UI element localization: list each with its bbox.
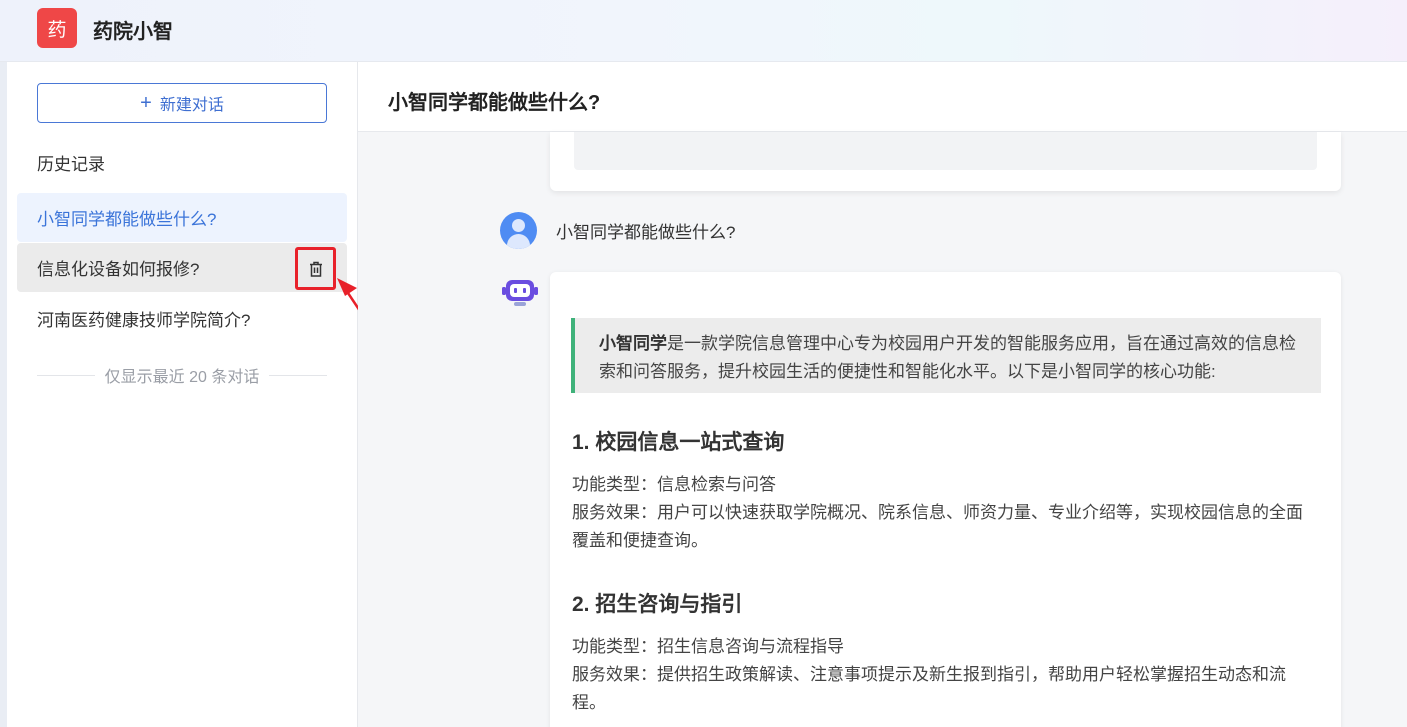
app-title: 药院小智 (93, 21, 173, 43)
divider (37, 374, 95, 376)
divider (269, 374, 328, 376)
intro-text: 是一款学院信息管理中心专为校园用户开发的智能服务应用，旨在通过高效的信息检索和问… (599, 334, 1296, 381)
section-effect-line: 服务效果：用户可以快速获取学院概况、院系信息、师资力量、专业介绍等，实现校园信息… (572, 503, 1303, 550)
intro-bold: 小智同学 (599, 334, 667, 353)
app-header: 药 药院小智 (0, 0, 1407, 62)
trash-icon (309, 261, 322, 277)
topic-bar: 小智同学都能做些什么? (358, 62, 1407, 132)
history-heading: 历史记录 (37, 155, 105, 174)
new-chat-button[interactable]: + 新建对话 (37, 83, 327, 123)
section-body: 功能类型：信息检索与问答 服务效果：用户可以快速获取学院概况、院系信息、师资力量… (572, 471, 1317, 555)
plus-icon: + (140, 92, 152, 114)
sidebar: + 新建对话 历史记录 小智同学都能做些什么? 信息化设备如何报修? 河南医药健… (7, 62, 358, 727)
user-message-row: 小智同学都能做些什么? (500, 212, 735, 249)
history-item-label: 信息化设备如何报修? (37, 260, 200, 279)
history-item[interactable]: 河南医药健康技师学院简介? (17, 294, 347, 343)
limit-note-text: 仅显示最近 20 条对话 (104, 369, 260, 386)
previous-message-content (574, 132, 1317, 170)
history-item-active[interactable]: 小智同学都能做些什么? (17, 193, 347, 242)
app-logo: 药 (37, 8, 77, 48)
section-type-line: 功能类型：招生信息咨询与流程指导 (572, 637, 844, 656)
history-item-label: 河南医药健康技师学院简介? (37, 311, 251, 330)
answer-intro-quote: 小智同学是一款学院信息管理中心专为校园用户开发的智能服务应用，旨在通过高效的信息… (571, 318, 1321, 393)
section-title: 1. 校园信息一站式查询 (572, 431, 785, 454)
section-title: 2. 招生咨询与指引 (572, 593, 743, 616)
user-avatar-icon (500, 212, 537, 249)
robot-icon (502, 280, 538, 306)
history-limit-note: 仅显示最近 20 条对话 (37, 364, 328, 386)
delete-conversation-button[interactable] (295, 247, 336, 290)
section-type-line: 功能类型：信息检索与问答 (572, 475, 776, 494)
history-item-hovered[interactable]: 信息化设备如何报修? (17, 243, 347, 292)
conversation-title: 小智同学都能做些什么? (388, 92, 601, 114)
section-body: 功能类型：招生信息咨询与流程指导 服务效果：提供招生政策解读、注意事项提示及新生… (572, 633, 1317, 717)
chat-main: 小智同学都能做些什么? 小智同学都能做些什么? 小智同学是一款学院信息管理中心专… (358, 62, 1407, 727)
new-chat-label: 新建对话 (159, 97, 224, 114)
previous-message-card (550, 132, 1341, 191)
user-message-text: 小智同学都能做些什么? (556, 223, 736, 242)
left-edge-strip (0, 62, 7, 727)
section-effect-line: 服务效果：提供招生政策解读、注意事项提示及新生报到指引，帮助用户轻松掌握招生动态… (572, 665, 1286, 712)
history-item-label: 小智同学都能做些什么? (37, 210, 217, 229)
assistant-answer-card: 小智同学是一款学院信息管理中心专为校园用户开发的智能服务应用，旨在通过高效的信息… (550, 272, 1341, 727)
